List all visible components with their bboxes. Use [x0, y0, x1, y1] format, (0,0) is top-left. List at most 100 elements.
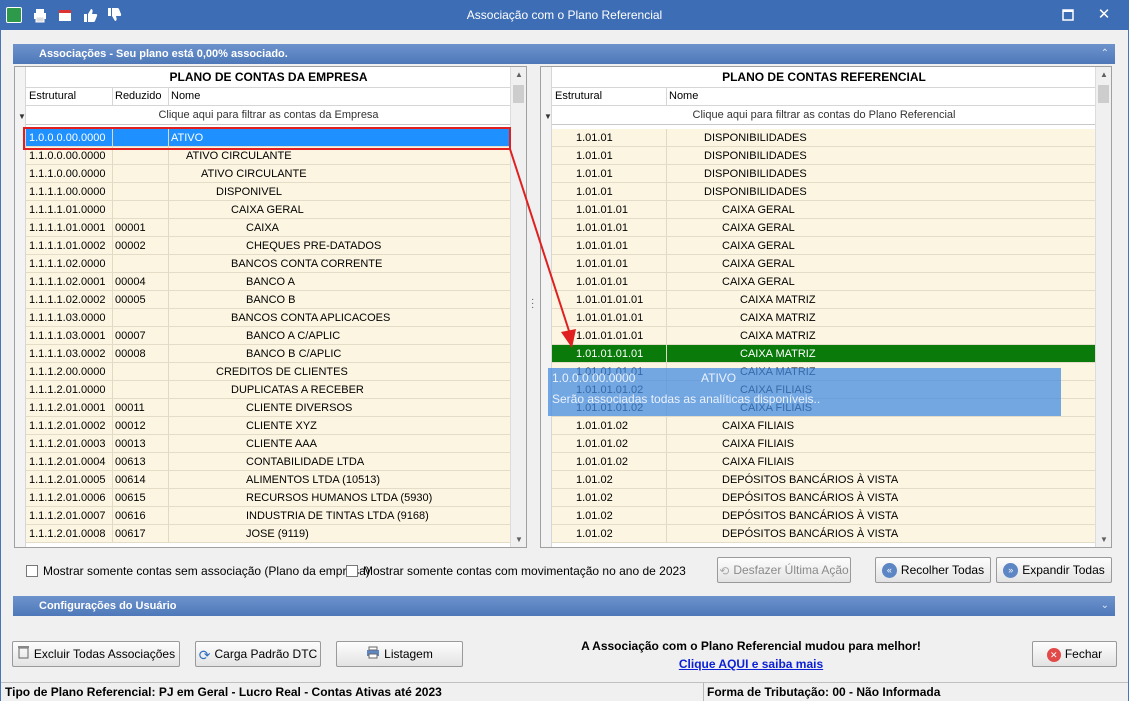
referential-grid-row[interactable]: 1.01.01.02 CAIXA FILIAIS [552, 453, 1096, 471]
scroll-up-icon[interactable]: ▲ [1096, 70, 1111, 79]
company-grid-row[interactable]: 1.1.1.0.00.0000 ATIVO CIRCULANTE [26, 165, 511, 183]
promo-link[interactable]: Clique AQUI e saiba mais [491, 657, 1011, 671]
company-grid-row[interactable]: 1.1.1.1.03.0000 BANCOS CONTA APLICACOES [26, 309, 511, 327]
referential-grid-row[interactable]: 1.01.01.01.01 CAIXA MATRIZ [552, 327, 1096, 345]
company-grid-row[interactable]: 1.1.1.2.01.0002 00012 CLIENTE XYZ [26, 417, 511, 435]
company-grid-row[interactable]: 1.1.1.2.01.0000 DUPLICATAS A RECEBER [26, 381, 511, 399]
company-grid-row[interactable]: 1.1.1.2.01.0006 00615 RECURSOS HUMANOS LTD… [26, 489, 511, 507]
window-title: Associação com o Plano Referencial [466, 8, 663, 22]
company-grid-row[interactable]: 1.0.0.0.00.0000 ATIVO [26, 129, 511, 147]
referential-grid-row[interactable]: 1.01.01.01.01 CAIXA MATRIZ [552, 309, 1096, 327]
col-nome-header[interactable]: Nome [669, 90, 698, 102]
checkbox-movimentacao[interactable] [346, 565, 358, 577]
referential-accounts-grid[interactable]: PLANO DE CONTAS REFERENCIAL Estrutural N… [540, 66, 1112, 548]
scroll-down-icon[interactable]: ▼ [511, 535, 526, 544]
referential-grid-row[interactable]: 1.01.01.01 CAIXA GERAL [552, 201, 1096, 219]
carga-padrao-button[interactable]: ⟳ Carga Padrão DTC [195, 641, 321, 667]
cell-estrutural: 1.01.02 [576, 528, 613, 540]
cell-estrutural: 1.01.01.02 [576, 456, 628, 468]
desfazer-button[interactable]: ⟲ Desfazer Última Ação [717, 557, 851, 583]
referential-grid-row[interactable]: 1.01.01.01 CAIXA GERAL [552, 237, 1096, 255]
chk-sem-associacao[interactable]: Mostrar somente contas sem associação (P… [26, 564, 370, 578]
company-grid-row[interactable]: 1.1.1.2.01.0001 00011 CLIENTE DIVERSOS [26, 399, 511, 417]
cell-estrutural: 1.01.01 [576, 186, 613, 198]
referential-grid-row[interactable]: 1.01.01 DISPONIBILIDADES [552, 147, 1096, 165]
company-grid-row[interactable]: 1.1.1.2.00.0000 CREDITOS DE CLIENTES [26, 363, 511, 381]
cell-nome: DISPONIBILIDADES [704, 132, 807, 144]
cell-estrutural: 1.1.1.2.01.0000 [29, 384, 106, 396]
referential-grid-row[interactable]: 1.01.02 DEPÓSITOS BANCÁRIOS À VISTA [552, 489, 1096, 507]
cell-estrutural: 1.1.1.2.01.0003 [29, 438, 106, 450]
scroll-thumb[interactable] [1098, 85, 1109, 103]
referential-grid-row[interactable]: 1.01.02 DEPÓSITOS BANCÁRIOS À VISTA [552, 525, 1096, 543]
company-grid-row[interactable]: 1.1.1.1.01.0002 00002 CHEQUES PRE-DATADOS [26, 237, 511, 255]
chevron-down-icon[interactable]: ⌄ [1101, 596, 1109, 616]
close-window-button[interactable]: ✕ [1093, 4, 1115, 26]
referential-grid-row[interactable]: 1.01.01.02 CAIXA FILIAIS [552, 435, 1096, 453]
col-nome-header[interactable]: Nome [171, 90, 200, 102]
referential-grid-row[interactable]: 1.01.01.02 CAIXA FILIAIS [552, 417, 1096, 435]
drag-ghost-hint: Serão associadas todas as analíticas dis… [552, 392, 821, 406]
company-grid-row[interactable]: 1.1.1.1.02.0000 BANCOS CONTA CORRENTE [26, 255, 511, 273]
company-grid-row[interactable]: 1.1.0.0.00.0000 ATIVO CIRCULANTE [26, 147, 511, 165]
referential-filter-row[interactable]: Clique aqui para filtrar as contas do Pl… [552, 106, 1096, 125]
associacoes-section-header[interactable]: Associações - Seu plano está 0,00% assoc… [13, 44, 1115, 64]
referential-grid-scrollbar[interactable]: ▲ ▼ [1095, 67, 1111, 547]
referential-grid-row[interactable]: 1.01.02 DEPÓSITOS BANCÁRIOS À VISTA [552, 507, 1096, 525]
maximize-button[interactable] [1057, 4, 1079, 26]
recolher-todas-button[interactable]: «Recolher Todas [875, 557, 991, 583]
chevron-up-icon[interactable]: ⌃ [1101, 44, 1109, 64]
expandir-todas-button[interactable]: » Expandir Todas [996, 557, 1112, 583]
company-grid-row[interactable]: 1.1.1.2.01.0007 00616 INDUSTRIA DE TINTAS … [26, 507, 511, 525]
referential-grid-row[interactable]: 1.01.01.01 CAIXA GERAL [552, 219, 1096, 237]
company-grid-row[interactable]: 1.1.1.2.01.0008 00617 JOSE (9119) [26, 525, 511, 543]
company-grid-row[interactable]: 1.1.1.1.03.0002 00008 BANCO B C/APLIC [26, 345, 511, 363]
referential-grid-row[interactable]: 1.01.01 DISPONIBILIDADES [552, 165, 1096, 183]
company-grid-row[interactable]: 1.1.1.1.02.0001 00004 BANCO A [26, 273, 511, 291]
promo-text: A Associação com o Plano Referencial mud… [581, 639, 921, 653]
expand-all-icon: » [1003, 563, 1019, 579]
company-grid-row[interactable]: 1.1.1.2.01.0003 00013 CLIENTE AAA [26, 435, 511, 453]
col-reduzido-header[interactable]: Reduzido [115, 90, 161, 102]
company-grid-row[interactable]: 1.1.1.1.03.0001 00007 BANCO A C/APLIC [26, 327, 511, 345]
scroll-up-icon[interactable]: ▲ [511, 70, 526, 79]
referential-grid-row[interactable]: 1.01.02 DEPÓSITOS BANCÁRIOS À VISTA [552, 471, 1096, 489]
cell-estrutural: 1.01.01.01 [576, 240, 628, 252]
cell-estrutural: 1.01.01 [576, 132, 613, 144]
company-grid-row[interactable]: 1.1.1.1.02.0002 00005 BANCO B [26, 291, 511, 309]
carga-label: Carga Padrão DTC [214, 647, 318, 661]
scroll-down-icon[interactable]: ▼ [1096, 535, 1111, 544]
company-grid-row[interactable]: 1.1.1.1.01.0001 00001 CAIXA [26, 219, 511, 237]
referential-grid-row[interactable]: 1.01.01.01.01 CAIXA MATRIZ [552, 345, 1096, 363]
referential-grid-row[interactable]: 1.01.01 DISPONIBILIDADES [552, 183, 1096, 201]
referential-grid-row[interactable]: 1.01.01 DISPONIBILIDADES [552, 129, 1096, 147]
company-filter-row[interactable]: Clique aqui para filtrar as contas da Em… [26, 106, 511, 125]
cell-estrutural: 1.01.02 [576, 510, 613, 522]
company-accounts-grid[interactable]: PLANO DE CONTAS DA EMPRESA Estrutural Re… [14, 66, 527, 548]
splitter-handle[interactable]: · · · [531, 295, 535, 313]
excluir-associacoes-button[interactable]: Excluir Todas Associações [12, 641, 180, 667]
company-grid-row[interactable]: 1.1.1.2.01.0005 00614 ALIMENTOS LTDA (1051… [26, 471, 511, 489]
cell-estrutural: 1.01.01.01 [576, 276, 628, 288]
col-estrutural-header[interactable]: Estrutural [29, 90, 76, 102]
company-grid-row[interactable]: 1.1.1.1.00.0000 DISPONIVEL [26, 183, 511, 201]
fechar-button[interactable]: ✕ Fechar [1032, 641, 1117, 667]
chk-movimentacao[interactable]: Mostrar somente contas com movimentação … [346, 564, 686, 578]
col-estrutural-header[interactable]: Estrutural [555, 90, 602, 102]
referential-grid-row[interactable]: 1.01.01.01 CAIXA GERAL [552, 273, 1096, 291]
refresh-icon: ⟳ [198, 646, 211, 663]
company-grid-scrollbar[interactable]: ▲ ▼ [510, 67, 526, 547]
referential-grid-row[interactable]: 1.01.01.01 CAIXA GERAL [552, 255, 1096, 273]
cell-nome: ATIVO CIRCULANTE [201, 168, 307, 180]
config-section-header[interactable]: Configurações do Usuário ⌄ [13, 596, 1115, 616]
chk-movimentacao-label: Mostrar somente contas com movimentação … [363, 564, 686, 578]
cell-estrutural: 1.1.1.1.02.0002 [29, 294, 106, 306]
listagem-button[interactable]: Listagem [336, 641, 463, 667]
scroll-thumb[interactable] [513, 85, 524, 103]
company-grid-row[interactable]: 1.1.1.1.01.0000 CAIXA GERAL [26, 201, 511, 219]
referential-grid-row[interactable]: 1.01.01.01.01 CAIXA MATRIZ [552, 291, 1096, 309]
expandir-label: Expandir Todas [1022, 563, 1105, 577]
checkbox-sem-associacao[interactable] [26, 565, 38, 577]
drag-ghost-code: 1.0.0.0.00.0000 [552, 371, 636, 385]
company-grid-row[interactable]: 1.1.1.2.01.0004 00613 CONTABILIDADE LTDA [26, 453, 511, 471]
